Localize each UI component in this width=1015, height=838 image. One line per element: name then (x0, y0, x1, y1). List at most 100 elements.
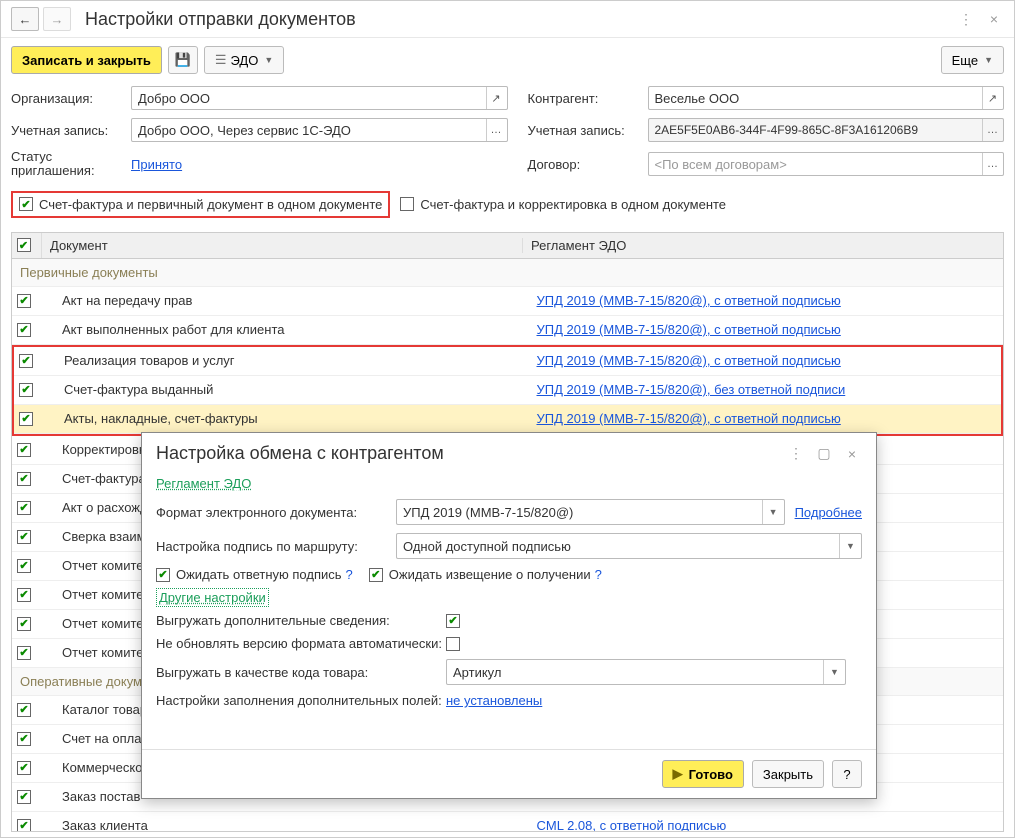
save-close-button[interactable]: Записать и закрыть (11, 46, 162, 74)
more-link[interactable]: Подробнее (795, 505, 862, 520)
col-document[interactable]: Документ (42, 238, 523, 253)
format-value: УПД 2019 (ММВ-7-15/820@) (403, 505, 573, 520)
row-checkbox[interactable] (17, 703, 31, 717)
close-icon[interactable]: × (842, 446, 862, 462)
cb-export-extra[interactable] (446, 614, 460, 628)
account-label-right: Учетная запись: (528, 123, 648, 138)
format-select[interactable]: УПД 2019 (ММВ-7-15/820@) ▼ (396, 499, 785, 525)
window-header: ← → Настройки отправки документов ⋮ × (1, 1, 1014, 38)
help-icon[interactable]: ? (346, 567, 353, 582)
cell-document: Акт выполненных работ для клиента (42, 322, 529, 337)
maximize-icon[interactable]: ▢ (814, 445, 834, 462)
counterparty-label: Контрагент: (528, 91, 648, 106)
route-value: Одной доступной подписью (403, 539, 571, 554)
open-icon[interactable]: ↗ (982, 87, 1002, 109)
exchange-settings-dialog: Настройка обмена с контрагентом ⋮ ▢ × Ре… (141, 432, 877, 799)
table-header: Документ Регламент ЭДО (12, 233, 1003, 259)
more-button[interactable]: Еще ▼ (941, 46, 1004, 74)
code-as-select[interactable]: Артикул ▼ (446, 659, 846, 685)
account-left-field[interactable]: Добро ООО, Через сервис 1С-ЭДО … (131, 118, 508, 142)
close-button[interactable]: Закрыть (752, 760, 824, 788)
chevron-down-icon[interactable]: ▼ (762, 500, 784, 524)
ellipsis-icon[interactable]: … (486, 119, 506, 141)
counterparty-field[interactable]: Веселье ООО ↗ (648, 86, 1005, 110)
row-checkbox[interactable] (17, 790, 31, 804)
cb-invoice-correction[interactable] (400, 197, 414, 211)
cb-wait-reply[interactable] (156, 568, 170, 582)
nav-back-button[interactable]: ← (11, 7, 39, 31)
regulation-link[interactable]: УПД 2019 (ММВ-7-15/820@), без ответной п… (537, 382, 846, 397)
row-checkbox[interactable] (17, 530, 31, 544)
row-checkbox[interactable] (17, 443, 31, 457)
table-row[interactable]: Акт на передачу прав УПД 2019 (ММВ-7-15/8… (12, 287, 1003, 316)
table-row[interactable]: Акт выполненных работ для клиента УПД 201… (12, 316, 1003, 345)
row-checkbox[interactable] (19, 383, 33, 397)
help-icon[interactable]: ? (595, 567, 602, 582)
row-checkbox[interactable] (17, 617, 31, 631)
chevron-down-icon[interactable]: ▼ (839, 534, 861, 558)
select-all-checkbox[interactable] (17, 238, 31, 252)
chevron-down-icon: ▼ (264, 55, 273, 65)
row-checkbox[interactable] (17, 559, 31, 573)
regulation-link[interactable]: Регламент ЭДО (156, 476, 251, 491)
row-checkbox[interactable] (17, 761, 31, 775)
account-left-value: Добро ООО, Через сервис 1С-ЭДО (138, 123, 351, 138)
row-checkbox[interactable] (19, 412, 33, 426)
row-checkbox[interactable] (17, 646, 31, 660)
row-checkbox[interactable] (17, 501, 31, 515)
ready-button[interactable]: ▶ Готово (662, 760, 744, 788)
dialog-header: Настройка обмена с контрагентом ⋮ ▢ × (142, 433, 876, 474)
chevron-down-icon: ▼ (984, 55, 993, 65)
cb-wait-notice[interactable] (369, 568, 383, 582)
table-row[interactable]: Счет-фактура выданныйУПД 2019 (ММВ-7-15/… (14, 376, 1001, 405)
route-select[interactable]: Одной доступной подписью ▼ (396, 533, 862, 559)
cell-document: Заказ клиента (42, 818, 529, 832)
contract-placeholder: <По всем договорам> (655, 157, 787, 172)
regulation-link[interactable]: УПД 2019 (ММВ-7-15/820@), с ответной под… (537, 411, 841, 426)
cell-document: Акт на передачу прав (42, 293, 529, 308)
save-button[interactable]: 💾 (168, 46, 198, 74)
table-row[interactable]: Заказ клиента CML 2.08, с ответной подпис… (12, 812, 1003, 832)
regulation-link[interactable]: УПД 2019 (ММВ-7-15/820@), с ответной под… (537, 322, 841, 337)
cb-no-update[interactable] (446, 637, 460, 651)
toolbar: Записать и закрыть 💾 ☰ ЭДО ▼ Еще ▼ (1, 38, 1014, 82)
org-value: Добро ООО (138, 91, 210, 106)
highlight-box-rows: Реализация товаров и услугУПД 2019 (ММВ-… (12, 345, 1003, 436)
edo-button[interactable]: ☰ ЭДО ▼ (204, 46, 284, 74)
open-icon[interactable]: ↗ (486, 87, 506, 109)
fill-settings-link[interactable]: не установлены (446, 693, 542, 708)
help-button[interactable]: ? (832, 760, 862, 788)
contract-label: Договор: (528, 157, 648, 172)
col-regulation[interactable]: Регламент ЭДО (523, 238, 1003, 253)
cell-regulation: УПД 2019 (ММВ-7-15/820@), с ответной под… (529, 411, 1002, 426)
row-checkbox[interactable] (17, 323, 31, 337)
regulation-link[interactable]: УПД 2019 (ММВ-7-15/820@), с ответной под… (537, 293, 841, 308)
row-checkbox[interactable] (17, 294, 31, 308)
menu-icon[interactable]: ⋮ (956, 11, 976, 28)
menu-icon[interactable]: ⋮ (786, 445, 806, 462)
row-checkbox[interactable] (17, 732, 31, 746)
regulation-link[interactable]: УПД 2019 (ММВ-7-15/820@), с ответной под… (537, 353, 841, 368)
other-settings-link[interactable]: Другие настройки (156, 588, 269, 607)
row-checkbox[interactable] (19, 354, 33, 368)
counterparty-value: Веселье ООО (655, 91, 740, 106)
account-right-field[interactable]: 2AE5F5E0AB6-344F-4F99-865C-8F3A161206B9 … (648, 118, 1005, 142)
cb-invoice-primary[interactable] (19, 197, 33, 211)
chevron-down-icon[interactable]: ▼ (823, 660, 845, 684)
org-field[interactable]: Добро ООО ↗ (131, 86, 508, 110)
nav-forward-button[interactable]: → (43, 7, 71, 31)
cb1-label: Счет-фактура и первичный документ в одно… (39, 197, 382, 212)
ellipsis-icon[interactable]: … (982, 153, 1002, 175)
regulation-link[interactable]: CML 2.08, с ответной подписью (537, 818, 727, 832)
invite-status-link[interactable]: Принято (131, 157, 182, 172)
cell-regulation: CML 2.08, с ответной подписью (529, 818, 1004, 832)
row-checkbox[interactable] (17, 819, 31, 832)
row-checkbox[interactable] (17, 588, 31, 602)
ellipsis-icon[interactable]: … (982, 119, 1002, 141)
contract-field[interactable]: <По всем договорам> … (648, 152, 1005, 176)
checkbox-row: Счет-фактура и первичный документ в одно… (1, 183, 1014, 226)
row-checkbox[interactable] (17, 472, 31, 486)
table-row[interactable]: Реализация товаров и услугУПД 2019 (ММВ-… (14, 347, 1001, 376)
table-row[interactable]: Акты, накладные, счет-фактурыУПД 2019 (М… (14, 405, 1001, 434)
close-icon[interactable]: × (984, 11, 1004, 27)
